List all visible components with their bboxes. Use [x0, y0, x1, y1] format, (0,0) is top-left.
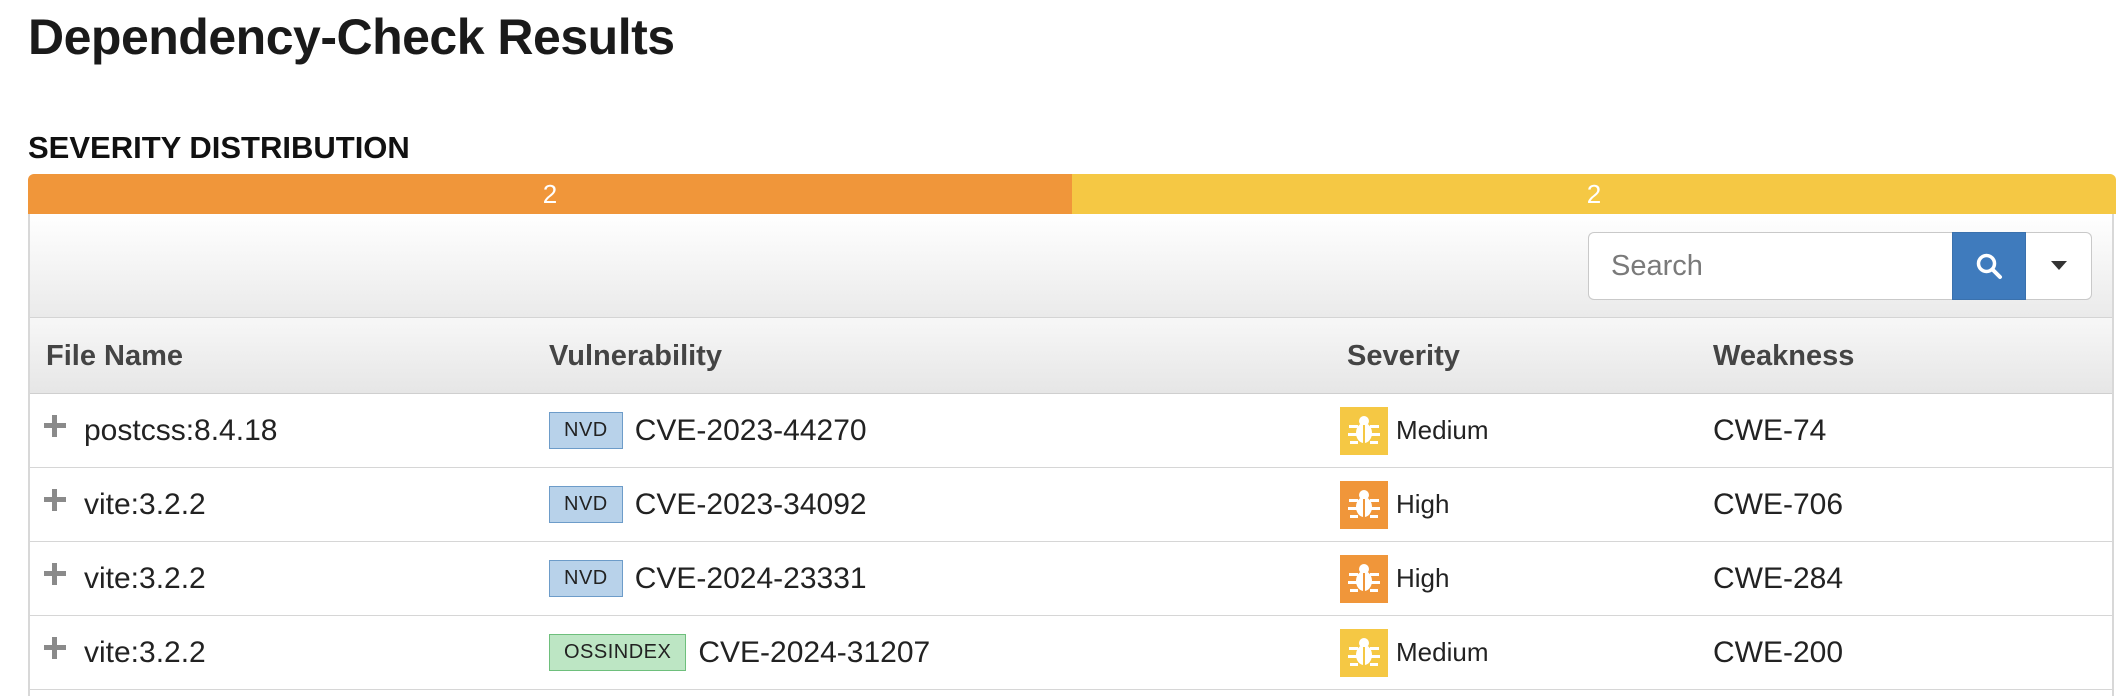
distribution-segment-medium: 2 [1072, 174, 2116, 214]
cve-link[interactable]: CVE-2024-31207 [698, 636, 930, 670]
column-header-vulnerability[interactable]: Vulnerability [549, 318, 722, 394]
caret-down-icon [2050, 261, 2067, 270]
weakness-cell: CWE-284 [1713, 561, 1844, 595]
table-toolbar [30, 214, 2112, 318]
cve-link[interactable]: CVE-2023-44270 [635, 414, 867, 448]
expand-row-icon[interactable] [44, 489, 66, 511]
table-header: File Name Vulnerability Severity Weaknes… [30, 318, 2112, 394]
column-header-weakness[interactable]: Weakness [1713, 318, 1854, 394]
severity-label: Medium [1396, 637, 1489, 667]
file-name: postcss:8.4.18 [84, 413, 278, 447]
distribution-segment-count: 2 [542, 178, 558, 209]
vulnerability-cell: OSSINDEX CVE-2024-31207 [549, 616, 930, 689]
severity-distribution-bar: 2 2 [28, 174, 2116, 214]
severity-label: High [1396, 489, 1450, 519]
distribution-segment-count: 2 [1586, 178, 1602, 209]
expand-row-icon[interactable] [44, 563, 66, 585]
distribution-segment-high: 2 [28, 174, 1072, 214]
expand-row-icon[interactable] [44, 415, 66, 437]
search-input[interactable] [1588, 232, 1952, 300]
cve-link[interactable]: CVE-2023-34092 [635, 488, 867, 522]
severity-label: Medium [1396, 415, 1489, 445]
severity-distribution-heading: SEVERITY DISTRIBUTION [28, 130, 410, 165]
source-badge: NVD [549, 486, 623, 523]
vulnerability-cell: NVD CVE-2024-23331 [549, 542, 867, 615]
vulnerability-cell: NVD CVE-2023-44270 [549, 394, 867, 467]
weakness-cell: CWE-200 [1713, 635, 1844, 669]
column-header-severity[interactable]: Severity [1347, 318, 1460, 394]
search-icon [1976, 253, 2002, 279]
weakness-cell: CWE-706 [1713, 487, 1844, 521]
column-header-file-name[interactable]: File Name [46, 318, 183, 394]
severity-cell: Medium [1340, 616, 1488, 689]
search-group [1588, 232, 2092, 300]
table-row[interactable]: postcss:8.4.18 NVD CVE-2023-44270 Medium… [30, 394, 2112, 468]
columns-dropdown-button[interactable] [2026, 232, 2092, 300]
bug-icon [1340, 406, 1388, 455]
vulnerability-cell: NVD CVE-2023-34092 [549, 468, 867, 541]
results-panel: File Name Vulnerability Severity Weaknes… [28, 214, 2114, 696]
bug-icon [1340, 554, 1388, 603]
file-name: vite:3.2.2 [84, 635, 206, 669]
expand-row-icon[interactable] [44, 637, 66, 659]
severity-cell: High [1340, 468, 1449, 541]
bug-icon [1340, 480, 1388, 529]
severity-cell: Medium [1340, 394, 1488, 467]
source-badge: NVD [549, 560, 623, 597]
search-button[interactable] [1952, 232, 2026, 300]
table-row[interactable]: vite:3.2.2 OSSINDEX CVE-2024-31207 Mediu… [30, 616, 2112, 690]
source-badge: OSSINDEX [549, 634, 687, 671]
page-title: Dependency-Check Results [28, 9, 675, 65]
file-name: vite:3.2.2 [84, 561, 206, 595]
table-row[interactable]: vite:3.2.2 NVD CVE-2024-23331 High CWE-2… [30, 542, 2112, 616]
file-name: vite:3.2.2 [84, 487, 206, 521]
severity-label: High [1396, 563, 1450, 593]
severity-cell: High [1340, 542, 1449, 615]
source-badge: NVD [549, 412, 623, 449]
bug-icon [1340, 628, 1388, 677]
cve-link[interactable]: CVE-2024-23331 [635, 562, 867, 596]
weakness-cell: CWE-74 [1713, 413, 1827, 447]
table-row[interactable]: vite:3.2.2 NVD CVE-2023-34092 High CWE-7… [30, 468, 2112, 542]
